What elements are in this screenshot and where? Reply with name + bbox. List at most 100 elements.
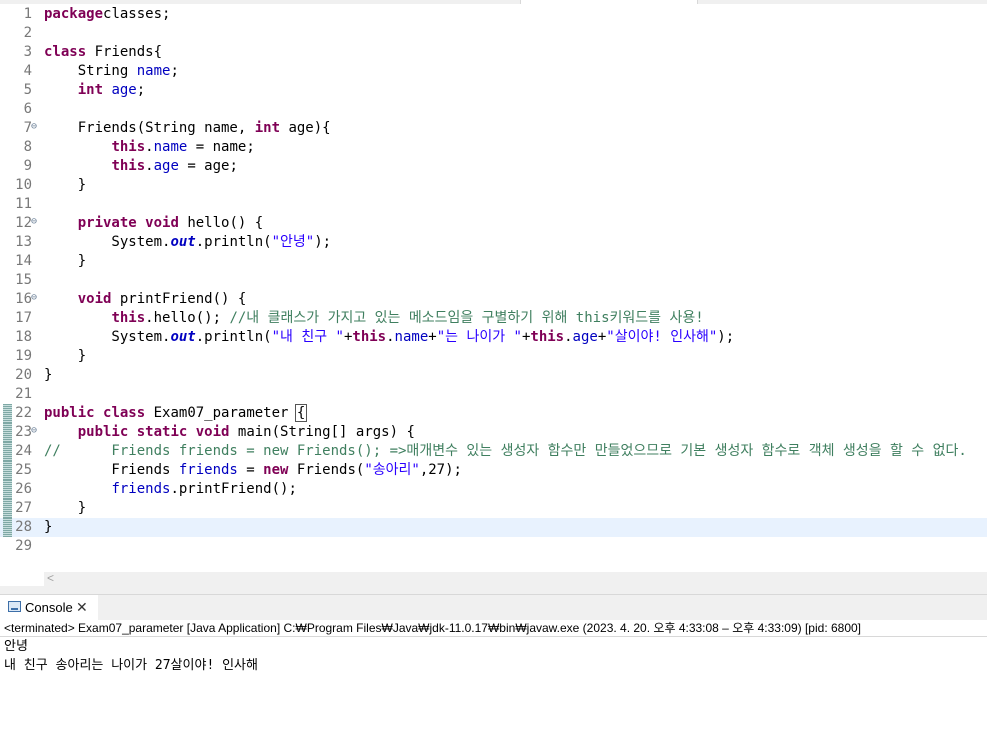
horizontal-scrollbar[interactable]: <: [44, 571, 987, 586]
line-number: 25: [15, 462, 32, 478]
code-line[interactable]: 16 ⊖ void printFriend() {: [0, 290, 987, 309]
token-kw: void: [77, 291, 112, 307]
line-number: 17: [15, 310, 32, 326]
code-editor[interactable]: 1 packageclasses; 2 3 class Friends{4 String…: [0, 4, 987, 572]
code-line[interactable]: 22 public class Exam07_parameter {: [0, 404, 987, 423]
token-cmt: // Friends friends = new Friends(); =>매개…: [44, 443, 967, 459]
token-kw: this: [111, 310, 146, 326]
token-cmt: //내 클래스가 가지고 있는 메소드임을 구별하기 위해 this키워드를 사…: [229, 310, 704, 326]
collapse-minus-icon[interactable]: ⊖: [31, 217, 40, 227]
token: age){: [280, 120, 331, 136]
line-number: 9: [23, 158, 32, 174]
tab-console[interactable]: Console ✕: [0, 595, 98, 621]
code-line[interactable]: 10 }: [0, 176, 987, 195]
code-line[interactable]: 21: [0, 385, 987, 404]
collapse-minus-icon[interactable]: ⊖: [31, 426, 40, 436]
token-kw: public: [77, 424, 129, 440]
code-text: String name;: [44, 62, 179, 81]
code-line[interactable]: 17 this.hello(); //내 클래스가 가지고 있는 메소드임을 구…: [0, 309, 987, 328]
collapse-minus-icon[interactable]: ⊖: [31, 293, 40, 303]
code-line[interactable]: 8 this.name = name;: [0, 138, 987, 157]
code-line[interactable]: 19 }: [0, 347, 987, 366]
code-line[interactable]: 5 int age;: [0, 81, 987, 100]
console-output-line: 내 친구 송아리는 나이가 27살이야! 인사해: [4, 658, 258, 673]
code-line[interactable]: 29: [0, 537, 987, 556]
code-line[interactable]: 25 Friends friends = new Friends("송아리",2…: [0, 461, 987, 480]
code-text: Friends(String name, int age){: [44, 119, 331, 138]
line-number: 23: [15, 424, 32, 440]
code-text: void printFriend() {: [44, 290, 247, 309]
code-text: }: [44, 252, 86, 271]
line-number: 1: [23, 6, 32, 22]
code-line[interactable]: 3 class Friends{: [0, 43, 987, 62]
code-text: int age;: [44, 81, 145, 100]
token-kw: public: [44, 405, 95, 421]
code-line[interactable]: 24 // Friends friends = new Friends(); =>…: [0, 442, 987, 461]
line-number: 13: [15, 234, 32, 250]
code-text: class Friends{: [44, 43, 162, 62]
console-output[interactable]: 안녕 내 친구 송아리는 나이가 27살이야! 인사해: [0, 637, 987, 732]
line-number: 16: [15, 291, 32, 307]
token-kw: private: [77, 215, 137, 231]
collapse-minus-icon[interactable]: ⊖: [31, 122, 40, 132]
scroll-left-arrow-icon[interactable]: <: [47, 571, 54, 585]
code-line[interactable]: 14 }: [0, 252, 987, 271]
code-line[interactable]: 18 System.out.println("내 친구 "+this.name+…: [0, 328, 987, 347]
token: );: [314, 234, 332, 250]
code-text: packageclasses;: [44, 5, 170, 24]
token: );: [717, 329, 735, 345]
line-number: 2: [23, 25, 32, 41]
token: Friends{: [86, 44, 163, 60]
line-number: 4: [23, 63, 32, 79]
token-fld: age: [153, 158, 179, 174]
line-number: 10: [15, 177, 32, 193]
line-number: 22: [15, 405, 32, 421]
code-line[interactable]: 9 this.age = age;: [0, 157, 987, 176]
token: ;: [170, 63, 179, 79]
token: main(String[] args) {: [229, 424, 415, 440]
token: }: [44, 177, 87, 193]
code-line[interactable]: 13 System.out.println("안녕");: [0, 233, 987, 252]
console-tab-bar: Console ✕: [0, 594, 987, 621]
code-line[interactable]: 15: [0, 271, 987, 290]
token: .println(: [195, 234, 272, 250]
code-line[interactable]: 28}: [0, 518, 987, 537]
code-line[interactable]: 12 ⊖ private void hello() {: [0, 214, 987, 233]
code-line[interactable]: 7 ⊖ Friends(String name, int age){: [0, 119, 987, 138]
token: .printFriend();: [170, 481, 297, 497]
token: .: [145, 139, 154, 155]
token-kw: this: [111, 139, 146, 155]
line-number: 15: [15, 272, 32, 288]
token-fld: friends: [111, 481, 171, 497]
token: ;: [136, 82, 146, 98]
code-text: }: [44, 347, 86, 366]
code-line[interactable]: 6: [0, 100, 987, 119]
code-text: private void hello() {: [44, 214, 263, 233]
token: .hello();: [145, 310, 230, 326]
code-text: System.out.println("내 친구 "+this.name+"는 …: [44, 328, 734, 347]
console-icon: [8, 601, 21, 612]
code-line[interactable]: 2: [0, 24, 987, 43]
code-line[interactable]: 11: [0, 195, 987, 214]
code-line[interactable]: 26 friends.printFriend();: [0, 480, 987, 499]
line-number: 11: [15, 196, 32, 212]
token-kw: new: [263, 462, 289, 478]
token: Exam07_parameter: [145, 405, 297, 421]
token-fld: age: [572, 329, 598, 345]
token: .: [564, 329, 573, 345]
code-line[interactable]: 23 ⊖ public static void main(String[] arg…: [0, 423, 987, 442]
code-line[interactable]: 20}: [0, 366, 987, 385]
code-line[interactable]: 4 String name;: [0, 62, 987, 81]
line-number: 28: [15, 519, 32, 535]
code-line[interactable]: 1 packageclasses;: [0, 5, 987, 24]
close-icon[interactable]: ✕: [76, 599, 88, 616]
panel-divider: [0, 586, 987, 594]
token-sfld: out: [170, 329, 196, 345]
token: .: [386, 329, 395, 345]
code-line[interactable]: 27 }: [0, 499, 987, 518]
token: hello() {: [178, 215, 264, 231]
